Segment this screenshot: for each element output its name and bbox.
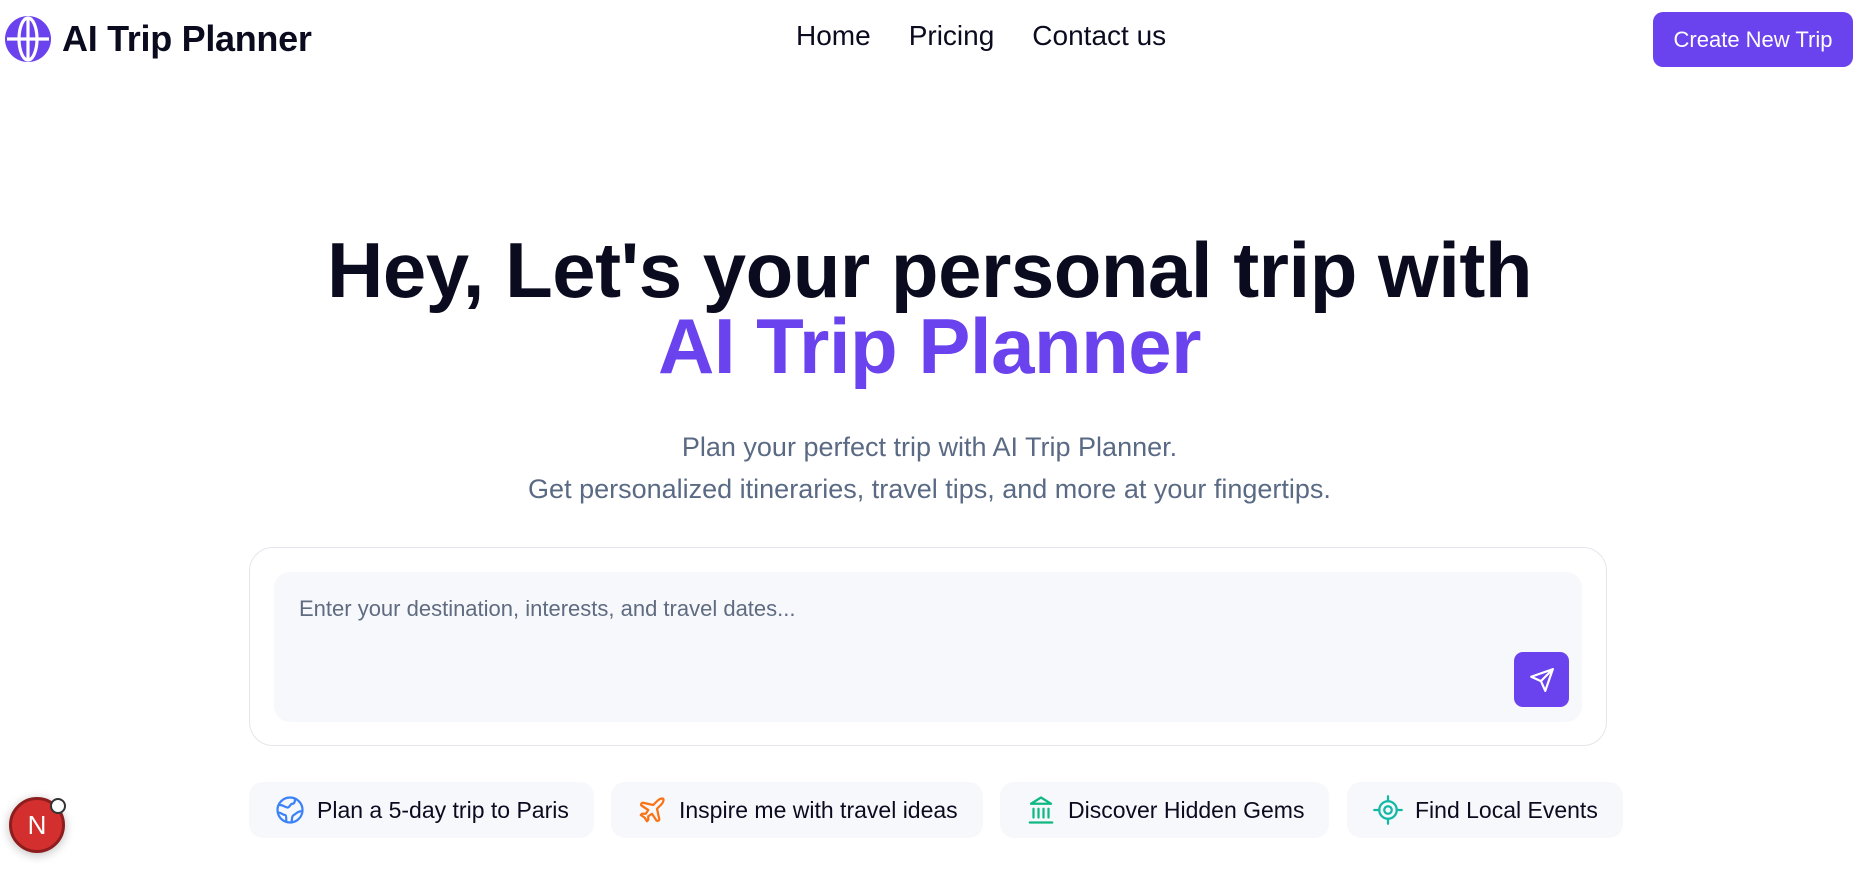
globe-icon	[276, 796, 304, 824]
prompt-input-wrapper	[274, 572, 1582, 722]
main-nav: Home Pricing Contact us	[796, 20, 1166, 52]
create-new-trip-button[interactable]: Create New Trip	[1653, 12, 1853, 67]
suggestion-label: Find Local Events	[1415, 796, 1598, 823]
brand-name: AI Trip Planner	[62, 18, 312, 59]
suggestion-chip-local-events[interactable]: Find Local Events	[1347, 782, 1623, 838]
hero-title: Hey, Let's your personal trip with AI Tr…	[0, 231, 1859, 390]
nav-pricing[interactable]: Pricing	[909, 20, 995, 52]
nav-home[interactable]: Home	[796, 20, 871, 52]
trip-prompt-input[interactable]	[274, 572, 1582, 722]
hero-title-accent: AI Trip Planner	[658, 302, 1201, 390]
suggestion-chips: Plan a 5-day trip to Paris Inspire me wi…	[0, 782, 1859, 838]
suggestion-label: Inspire me with travel ideas	[679, 796, 958, 823]
prompt-card	[249, 547, 1607, 746]
suggestion-chip-inspire[interactable]: Inspire me with travel ideas	[611, 782, 983, 838]
send-icon	[1529, 667, 1554, 692]
target-icon	[1373, 795, 1403, 825]
brand[interactable]: AI Trip Planner	[4, 15, 312, 63]
suggestion-chip-paris[interactable]: Plan a 5-day trip to Paris	[249, 782, 594, 838]
landmark-icon	[1028, 796, 1054, 824]
suggestion-label: Plan a 5-day trip to Paris	[317, 796, 569, 823]
globe-icon	[5, 16, 51, 62]
send-button[interactable]	[1514, 652, 1569, 707]
hero-subtitle: Plan your perfect trip with AI Trip Plan…	[0, 426, 1859, 510]
plane-icon	[639, 797, 665, 823]
nav-contact-us[interactable]: Contact us	[1032, 20, 1166, 52]
hero-subtitle-line-2: Get personalized itineraries, travel tip…	[528, 474, 1331, 504]
hero-title-line: Hey, Let's your personal trip with	[327, 226, 1533, 314]
top-nav-bar: AI Trip Planner Home Pricing Contact us …	[0, 0, 1859, 80]
suggestion-label: Discover Hidden Gems	[1068, 796, 1305, 823]
hero-subtitle-line-1: Plan your perfect trip with AI Trip Plan…	[681, 432, 1178, 462]
suggestion-chip-hidden-gems[interactable]: Discover Hidden Gems	[1000, 782, 1330, 838]
notification-dot	[50, 798, 66, 814]
